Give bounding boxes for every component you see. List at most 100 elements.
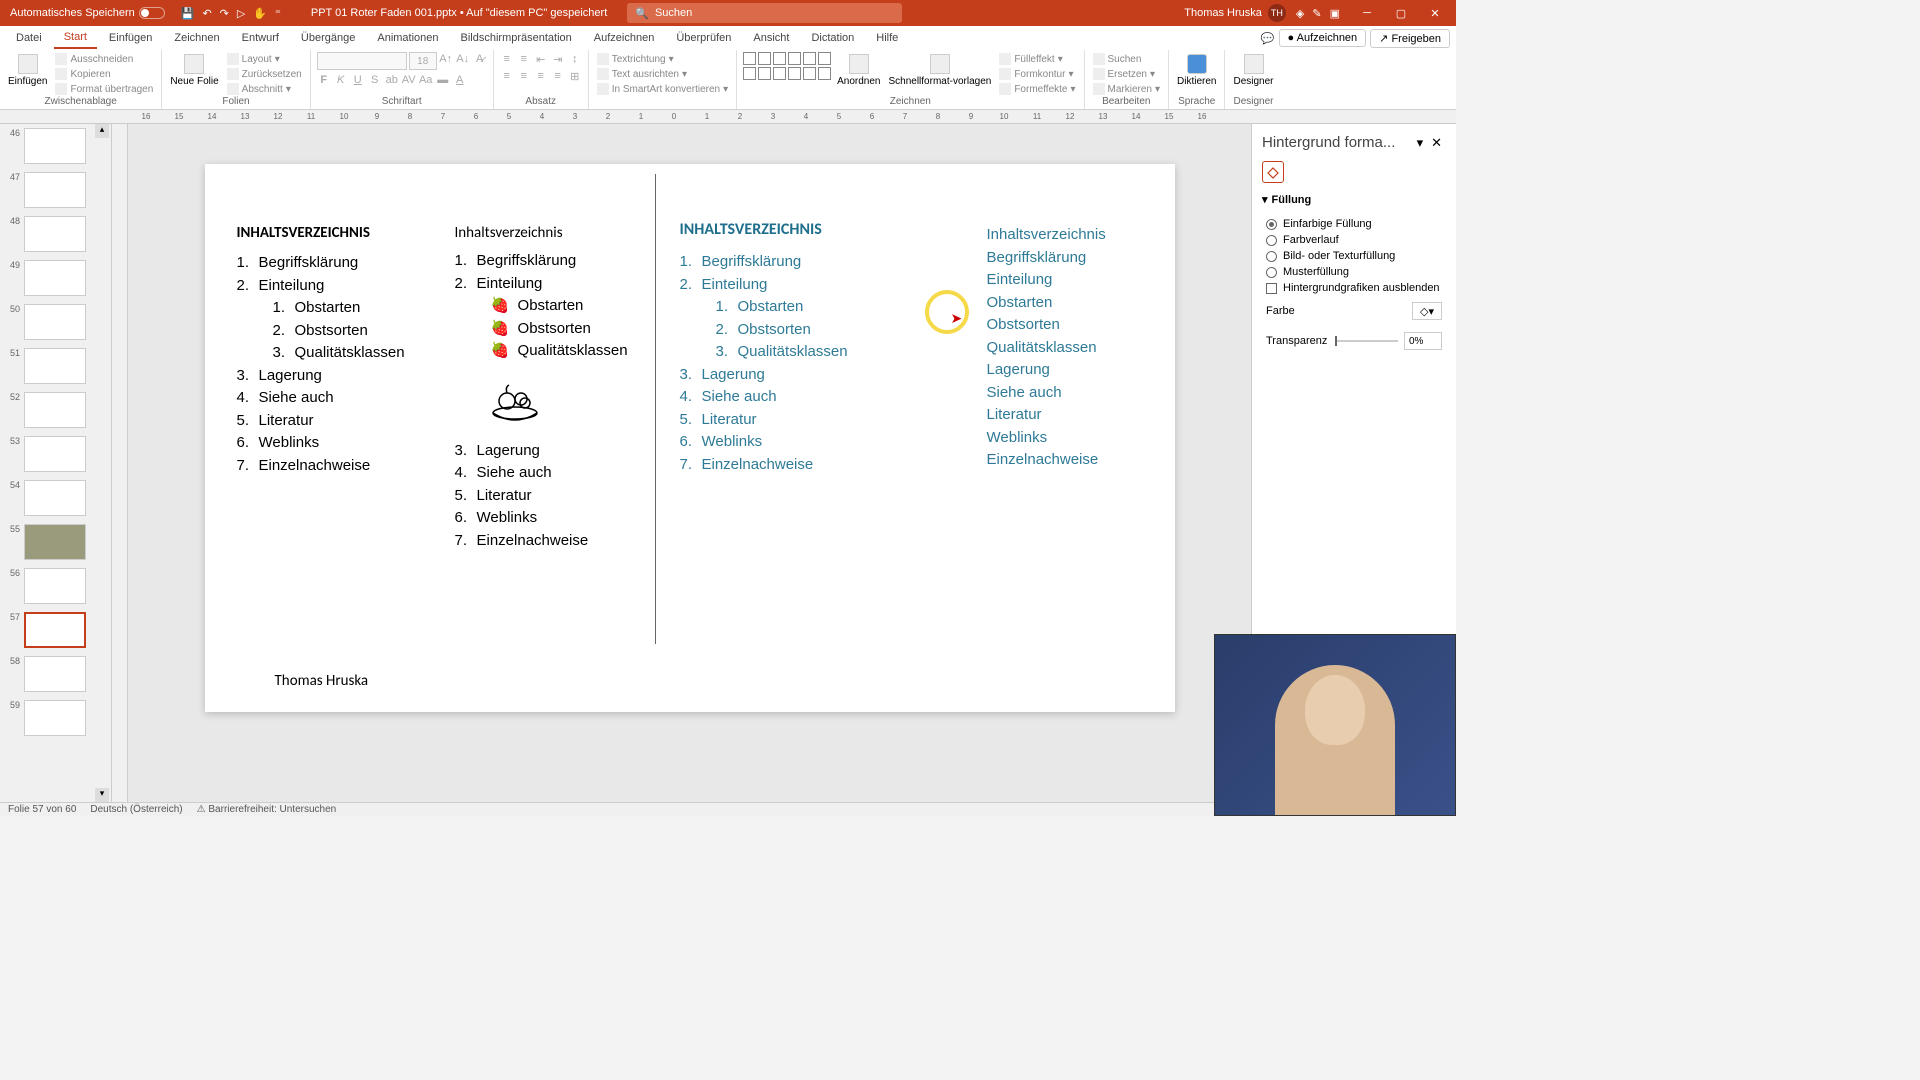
thumbnail-57[interactable]: 57 — [0, 608, 111, 652]
slide[interactable]: INHALTSVERZEICHNIS 1.Begriffsklärung 2.E… — [205, 164, 1175, 712]
paste-button[interactable]: Einfügen — [6, 52, 49, 89]
thumbnail-54[interactable]: 54 — [0, 476, 111, 520]
comments-icon[interactable]: 💬 — [1261, 32, 1275, 45]
case-button[interactable]: Aa — [419, 73, 433, 87]
thumbnail-48[interactable]: 48 — [0, 212, 111, 256]
indent-inc-button[interactable]: ⇥ — [551, 52, 565, 66]
thumbnail-50[interactable]: 50 — [0, 300, 111, 344]
save-icon[interactable]: 💾 — [181, 7, 195, 20]
transparency-slider[interactable] — [1335, 340, 1398, 342]
window-icon[interactable]: ▣ — [1330, 7, 1340, 20]
shapes-gallery[interactable] — [743, 52, 831, 80]
text-direction-button[interactable]: Textrichtung ▾ — [595, 52, 730, 66]
tab-bildschirm[interactable]: Bildschirmpräsentation — [451, 28, 582, 48]
cut-button[interactable]: Ausschneiden — [53, 52, 155, 66]
undo-icon[interactable]: ↶ — [202, 7, 211, 20]
designer-button[interactable]: Designer — [1231, 52, 1275, 89]
quick-styles-button[interactable]: Schnellformat-vorlagen — [886, 52, 993, 89]
shape-outline-button[interactable]: Formkontur ▾ — [997, 67, 1077, 81]
fill-section-header[interactable]: ▾ Füllung — [1252, 187, 1456, 212]
slide-counter[interactable]: Folie 57 von 60 — [8, 804, 76, 815]
transparency-spinner[interactable]: 0% — [1404, 332, 1442, 350]
thumbnail-59[interactable]: 59 — [0, 696, 111, 740]
toc-column-1[interactable]: INHALTSVERZEICHNIS 1.Begriffsklärung 2.E… — [237, 224, 437, 477]
align-right-button[interactable]: ≡ — [534, 69, 548, 83]
replace-button[interactable]: Ersetzen ▾ — [1091, 67, 1163, 81]
radio-picture-fill[interactable]: Bild- oder Texturfüllung — [1266, 248, 1442, 264]
tab-hilfe[interactable]: Hilfe — [866, 28, 908, 48]
tab-ansicht[interactable]: Ansicht — [743, 28, 799, 48]
search-box[interactable]: 🔍 Suchen — [627, 3, 902, 23]
tab-zeichnen[interactable]: Zeichnen — [164, 28, 229, 48]
user-account[interactable]: Thomas Hruska TH — [1184, 4, 1286, 22]
language-indicator[interactable]: Deutsch (Österreich) — [90, 804, 182, 815]
underline-button[interactable]: U — [351, 73, 365, 87]
format-painter-button[interactable]: Format übertragen — [53, 82, 155, 96]
dictate-button[interactable]: Diktieren — [1175, 52, 1218, 89]
decrease-font-icon[interactable]: A↓ — [456, 52, 470, 66]
qat-more-icon[interactable]: ⁼ — [275, 7, 281, 20]
tab-aufzeichnen[interactable]: Aufzeichnen — [584, 28, 665, 48]
tab-datei[interactable]: Datei — [6, 28, 52, 48]
font-color-button[interactable]: A — [453, 73, 467, 87]
copy-button[interactable]: Kopieren — [53, 67, 155, 81]
color-picker-button[interactable]: ◇▾ — [1412, 302, 1442, 320]
redo-icon[interactable]: ↷ — [220, 7, 229, 20]
scroll-up-button[interactable]: ▴ — [95, 124, 109, 138]
font-size-select[interactable]: 18 — [409, 52, 437, 70]
thumbnail-51[interactable]: 51 — [0, 344, 111, 388]
justify-button[interactable]: ≡ — [551, 69, 565, 83]
columns-button[interactable]: ⊞ — [568, 69, 582, 83]
line-spacing-button[interactable]: ↕ — [568, 52, 582, 66]
select-button[interactable]: Markieren ▾ — [1091, 82, 1163, 96]
share-button[interactable]: ↗ Freigeben — [1370, 29, 1450, 48]
slide-thumbnails-panel[interactable]: ▴ 46 47 48 49 50 51 52 53 54 55 56 57 58… — [0, 124, 112, 802]
spacing-button[interactable]: AV — [402, 73, 416, 87]
shape-fill-button[interactable]: Fülleffekt ▾ — [997, 52, 1077, 66]
toc-column-3[interactable]: INHALTSVERZEICHNIS 1.Begriffsklärung 2.E… — [680, 220, 900, 476]
numbering-button[interactable]: ≡ — [517, 52, 531, 66]
document-title[interactable]: PPT 01 Roter Faden 001.pptx • Auf "diese… — [311, 7, 607, 19]
reset-button[interactable]: Zurücksetzen — [225, 67, 304, 81]
shape-effects-button[interactable]: Formeffekte ▾ — [997, 82, 1077, 96]
thumbnail-52[interactable]: 52 — [0, 388, 111, 432]
close-pane-button[interactable]: ✕ — [1427, 135, 1446, 151]
indent-dec-button[interactable]: ⇤ — [534, 52, 548, 66]
bold-button[interactable]: F — [317, 73, 331, 87]
find-button[interactable]: Suchen — [1091, 52, 1163, 66]
new-slide-button[interactable]: Neue Folie — [168, 52, 220, 89]
clear-format-icon[interactable]: A̷ — [473, 52, 487, 66]
draw-icon[interactable]: ✎ — [1312, 7, 1321, 20]
slideshow-icon[interactable]: ▷ — [237, 7, 245, 20]
radio-solid-fill[interactable]: Einfarbige Füllung — [1266, 216, 1442, 232]
bullets-button[interactable]: ≡ — [500, 52, 514, 66]
italic-button[interactable]: K — [334, 73, 348, 87]
radio-gradient-fill[interactable]: Farbverlauf — [1266, 232, 1442, 248]
arrange-button[interactable]: Anordnen — [835, 52, 882, 89]
layout-button[interactable]: Layout ▾ — [225, 52, 304, 66]
minimize-button[interactable]: ─ — [1350, 7, 1384, 20]
tab-dictation[interactable]: Dictation — [801, 28, 864, 48]
thumbnail-55[interactable]: 55 — [0, 520, 111, 564]
align-center-button[interactable]: ≡ — [517, 69, 531, 83]
checkbox-hide-bg-graphics[interactable]: Hintergrundgrafiken ausblenden — [1266, 280, 1442, 296]
maximize-button[interactable]: ▢ — [1384, 7, 1418, 20]
thumbnail-47[interactable]: 47 — [0, 168, 111, 212]
record-button[interactable]: ● Aufzeichnen — [1279, 29, 1367, 47]
toc-column-4[interactable]: Inhaltsverzeichnis Begriffsklärung Einte… — [987, 224, 1147, 472]
tab-start[interactable]: Start — [54, 27, 97, 49]
thumbnail-53[interactable]: 53 — [0, 432, 111, 476]
highlight-button[interactable]: ▬ — [436, 73, 450, 87]
coming-soon-icon[interactable]: ◈ — [1296, 7, 1304, 20]
align-text-button[interactable]: Text ausrichten ▾ — [595, 67, 730, 81]
align-left-button[interactable]: ≡ — [500, 69, 514, 83]
touch-mode-icon[interactable]: ✋ — [253, 7, 267, 20]
toc-column-2[interactable]: Inhaltsverzeichnis 1.Begriffsklärung 2.E… — [455, 224, 655, 552]
shadow-button[interactable]: ab — [385, 73, 399, 87]
radio-pattern-fill[interactable]: Musterfüllung — [1266, 264, 1442, 280]
scroll-down-button[interactable]: ▾ — [95, 788, 109, 802]
autosave-toggle[interactable]: Automatisches Speichern — [4, 7, 171, 19]
fill-tab-icon[interactable] — [1262, 161, 1284, 183]
font-family-select[interactable] — [317, 52, 407, 70]
thumbnail-56[interactable]: 56 — [0, 564, 111, 608]
